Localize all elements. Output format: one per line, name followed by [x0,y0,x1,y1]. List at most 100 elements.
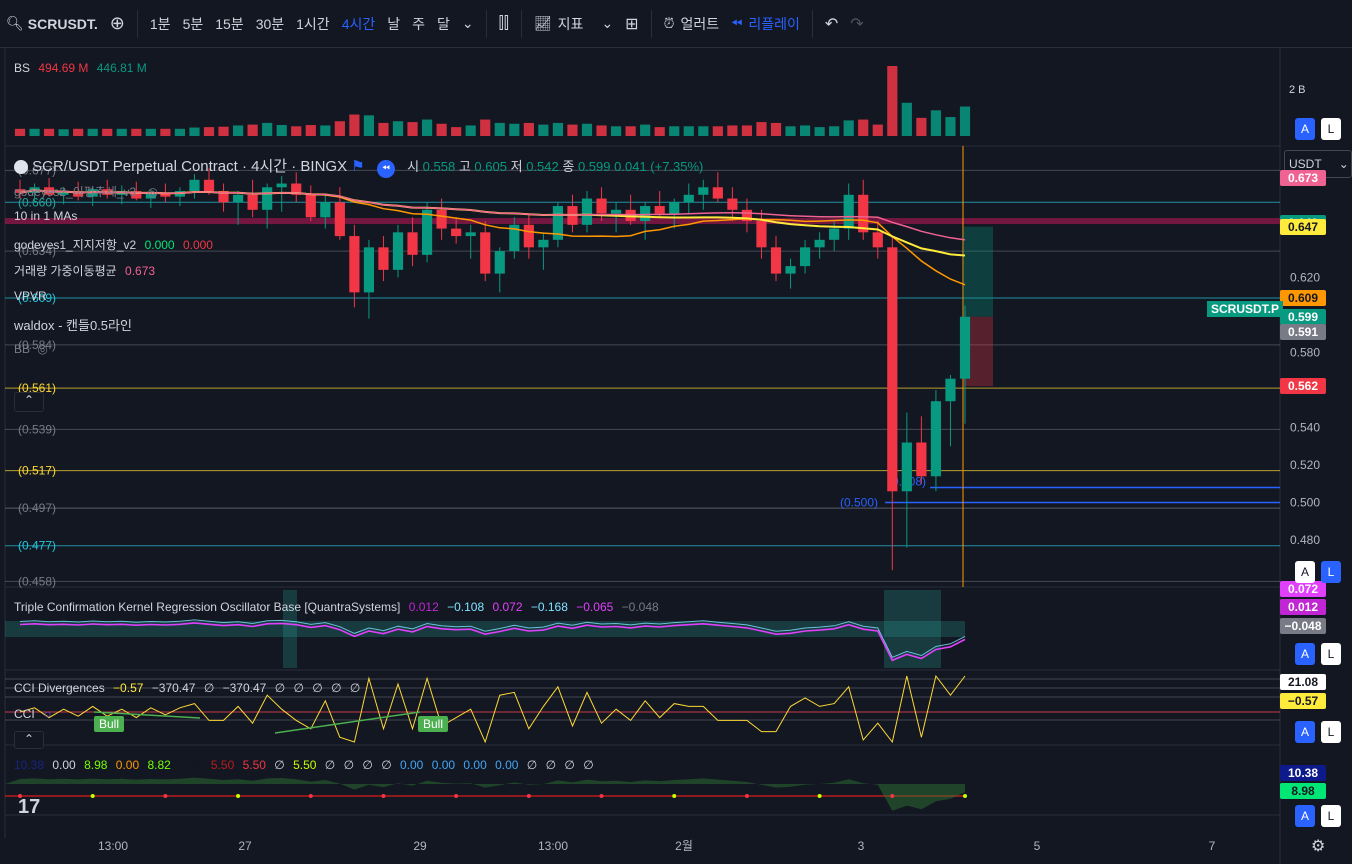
indicator-vpvr[interactable]: VPVR [14,289,47,303]
cci-label: CCI [14,707,35,721]
ohlc-open: 0.558 [422,159,456,174]
volume-bar [203,127,215,136]
candle-body [494,251,505,274]
interval-dropdown[interactable]: ⌄ [456,0,480,48]
interval-15m[interactable]: 15분 [209,0,249,48]
volume-bar [116,128,127,136]
osc2-legend[interactable]: CCI Divergences −0.57 −370.47 ∅ −370.47 … [14,681,360,695]
replay-button[interactable]: ⏪︎ 리플레이 [725,0,806,48]
volume-bar [552,122,564,136]
collapse-osc-legend-button[interactable]: ⌃ [14,731,44,749]
log-scale-button[interactable]: L [1321,118,1341,140]
time-axis-label: 7 [1209,839,1216,853]
candle-body [523,224,534,248]
osc3-dot [672,794,677,798]
time-axis-label: 27 [238,839,252,853]
indicator-10in1-mas[interactable]: 10 in 1 MAs [14,209,77,223]
osc1-legend[interactable]: Triple Confirmation Kernel Regression Os… [14,600,659,614]
volume-bar [567,124,578,136]
collapse-legend-button[interactable]: ⌃ [14,392,44,412]
auto-scale-button[interactable]: A [1295,118,1315,140]
settings-gear-icon[interactable]: ⚙ [1311,836,1325,856]
log-scale-button[interactable]: L [1321,561,1341,583]
cci-legend[interactable]: CCI ○ [14,707,51,721]
interval-5m[interactable]: 5분 [177,0,210,48]
volume-bar [291,126,302,136]
osc-axis-tag: −0.048 [1280,618,1326,634]
osc1-name: Triple Confirmation Kernel Regression Os… [14,600,401,614]
osc2-value: ∅ [274,681,286,695]
volume-bar [581,123,593,136]
candle-body [262,187,273,210]
layouts-button[interactable]: ⊞ [619,0,644,48]
osc1-value: 0.072 [492,600,523,614]
volume-bar [509,123,520,136]
volume-bar [14,128,26,136]
indicator-name: godeyes1_지지저항_v2 [14,238,137,252]
log-scale-button[interactable]: L [1321,643,1341,665]
alert-button[interactable]: ⏰︎ 얼러트 [658,0,726,48]
volume-bar [87,128,98,136]
interval-30m[interactable]: 30분 [250,0,290,48]
redo-button[interactable]: ↷ [844,0,869,48]
ohlc-open-label: 시 [407,159,420,174]
indicator-godeyes2[interactable]: godeyes2_이평추세_v3 ◎ [14,183,158,200]
osc3-legend[interactable]: 10.38 0.00 8.98 0.00 8.82 0.00 5.50 5.50… [14,758,594,772]
eye-hidden-icon[interactable]: ◎ [37,342,47,356]
auto-scale-button[interactable]: A [1295,805,1315,827]
osc3-value: ∅ [545,758,557,772]
time-axis-label: 3 [858,839,865,853]
price-axis-tag: 0.647 [1280,218,1326,235]
symbol-search[interactable]: 🔍︎ SCRUSDT. [0,0,104,48]
undo-button[interactable]: ↶ [819,0,844,48]
osc3-value: ∅ [564,758,575,772]
indicator-vwma[interactable]: 거래량 가중이동평균 0.673 [14,262,155,279]
auto-scale-button[interactable]: A [1295,721,1315,743]
osc3-value: 8.98 [84,758,108,772]
log-scale-button[interactable]: L [1321,721,1341,743]
interval-1m[interactable]: 1분 [144,0,177,48]
volume-bar [276,125,287,136]
volume-bar [596,125,607,136]
eye-hidden-icon[interactable]: ◎ [148,185,158,199]
interval-month[interactable]: 달 [431,0,456,48]
chevron-down-icon: ⌄ [461,15,474,31]
volume-bar [29,128,40,136]
chart-title: SCR/USDT Perpetual Contract · 4시간 · BING… [32,158,348,175]
osc2-value: ∅ [203,681,215,695]
osc2-value: −370.47 [222,681,267,695]
log-scale-button[interactable]: L [1321,805,1341,827]
indicator-bb[interactable]: BB ◎ [14,342,48,356]
indicator-godeyes1[interactable]: godeyes1_지지저항_v2 0.000 0.000 [14,236,213,253]
osc3-dot [236,794,241,798]
price-axis-tag: 0.673 [1280,169,1326,186]
level-label: (0.458) [18,574,56,588]
osc3-value: 0.00 [115,758,140,772]
add-symbol-button[interactable]: ⊕ [104,0,131,48]
chevron-up-icon: ⌃ [23,732,35,746]
osc3-value: 8.82 [147,758,171,772]
indicators-icon: 📈︎ [533,15,552,31]
candle-body [436,209,447,229]
indicator-value: 0.000 [182,238,213,252]
indicators-button[interactable]: 📈︎ 지표 ⌄ [528,0,619,48]
ohlc-close: 0.599 [577,159,611,174]
volume-bar [930,110,942,136]
candle-body [378,247,389,270]
interval-day[interactable]: 날 [381,0,406,48]
volume-bar [363,115,375,136]
price-axis-tag: 0.599 [1280,308,1326,325]
auto-scale-button[interactable]: A [1295,561,1315,583]
volume-bar [945,117,956,136]
chevron-up-icon: ⌃ [23,393,35,407]
replay-circle-icon[interactable]: ⏪︎ [376,160,395,178]
interval-4h[interactable]: 4시간 [336,0,382,48]
osc-axis-tag: 0.072 [1280,581,1326,597]
interval-week[interactable]: 주 [406,0,431,48]
volume-buy: 446.81 M [96,61,147,75]
chart-type-button[interactable]: ⫿⫿ [493,0,515,48]
indicator-waldox[interactable]: waldox - 캔들0.5라인 [14,315,132,334]
interval-1h[interactable]: 1시간 [290,0,336,48]
candle-body [320,202,331,218]
auto-scale-button[interactable]: A [1295,643,1315,665]
